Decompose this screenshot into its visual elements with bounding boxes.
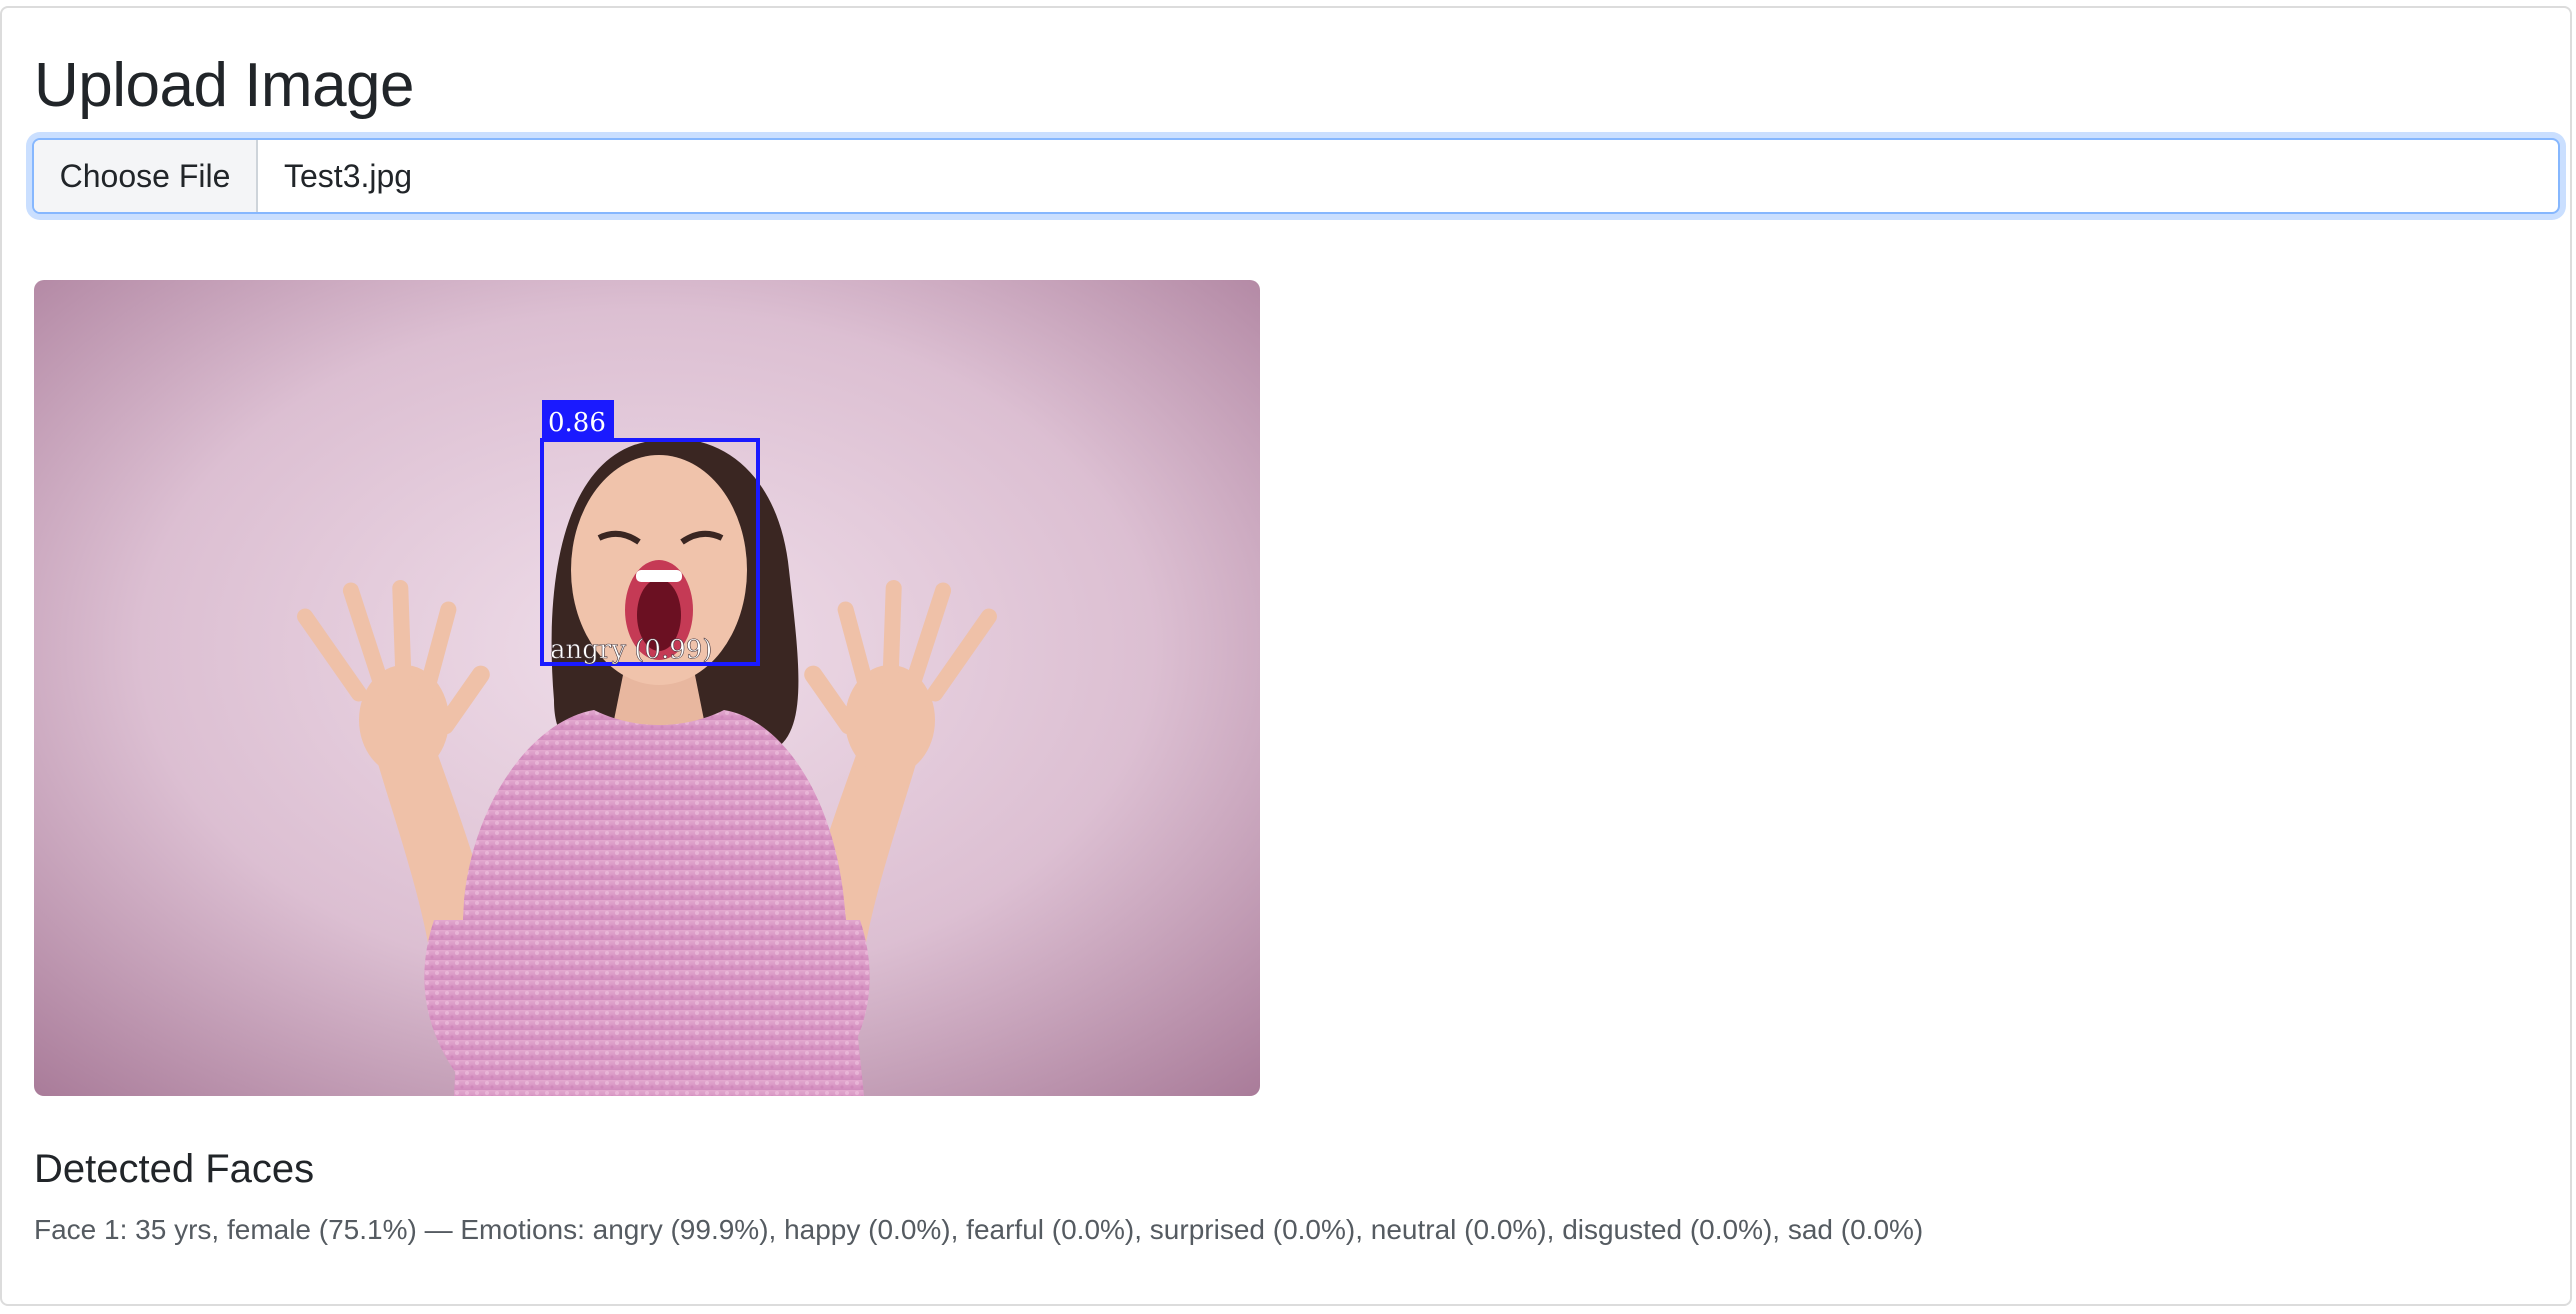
detection-score: 0.86	[548, 408, 606, 438]
file-input[interactable]: Choose File Test3.jpg	[32, 138, 2560, 214]
page-title: Upload Image	[34, 51, 415, 120]
selected-file-name: Test3.jpg	[284, 157, 413, 194]
face-result: Face 1: 35 yrs, female (75.1%) — Emotion…	[34, 1214, 1924, 1245]
emotion-label: angry (0.99)	[550, 635, 712, 665]
annotated-image: 0.86 angry (0.99)	[34, 280, 1260, 1096]
upload-card: Upload Image Choose File Test3.jpg 0.86 …	[0, 6, 2572, 1306]
detected-faces-heading: Detected Faces	[34, 1147, 315, 1191]
choose-file-button[interactable]: Choose File	[34, 140, 258, 212]
